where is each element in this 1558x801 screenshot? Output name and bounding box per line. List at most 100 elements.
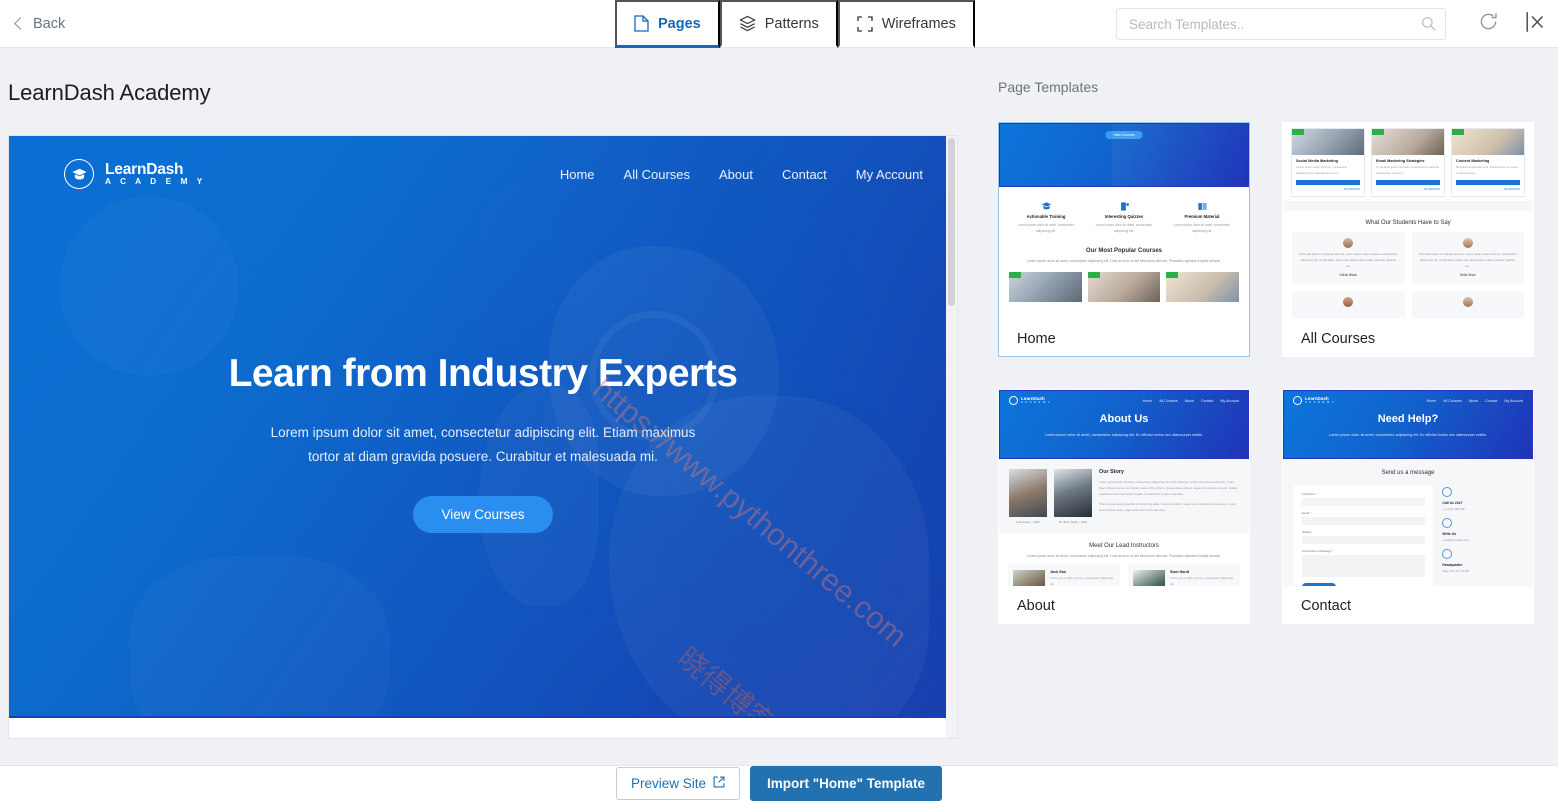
- site-logo[interactable]: LearnDash A C A D E M Y: [64, 159, 206, 189]
- nav-link-about[interactable]: About: [719, 167, 753, 182]
- mini-course-button: [1376, 180, 1440, 186]
- template-label-all-courses: All Courses: [1301, 331, 1376, 347]
- mini-testimonial-name: Kelvin Black: [1339, 273, 1357, 278]
- mini-field-input: [1302, 536, 1426, 544]
- mini-story-p1: Lorem ipsum dolor sit amet, consectetur …: [1099, 480, 1238, 497]
- preview-site-button[interactable]: Preview Site: [615, 766, 740, 800]
- view-courses-button[interactable]: View Courses: [413, 496, 553, 534]
- mini-nav-link: Home: [1142, 398, 1153, 403]
- mini-badge: [1372, 129, 1384, 135]
- close-button[interactable]: [1526, 11, 1548, 33]
- mini-feature-desc: Lorem ipsum dolor sit amet, consectetur …: [1095, 223, 1153, 234]
- template-card-contact[interactable]: LearnDash A C A D E M Y Home All Courses…: [1282, 389, 1534, 624]
- mini-course-title: Email Marketing Strategies: [1376, 159, 1425, 163]
- mini-course-list: Social Media Marketing Lorem ipsum dolor…: [1283, 123, 1533, 201]
- mini-testimonials: Click edit button to change this text. L…: [1283, 230, 1533, 286]
- mini-course-thumbs: [999, 268, 1249, 302]
- mini-nav-link: My Account: [1220, 398, 1239, 403]
- template-card-all-courses[interactable]: Social Media Marketing Lorem ipsum dolor…: [1282, 122, 1534, 357]
- mini-course-button: [1456, 180, 1520, 186]
- mini-feature-title: Interesting Quizzes: [1104, 214, 1144, 219]
- mini-nav-menu: Home All Courses About Contact My Accoun…: [1427, 399, 1523, 403]
- import-template-button[interactable]: Import "Home" Template: [749, 765, 943, 801]
- mini-field-input: [1302, 498, 1426, 506]
- template-card-home[interactable]: View Courses Actionable Training Lorem i…: [998, 122, 1250, 357]
- tab-pages-label: Pages: [658, 15, 701, 32]
- template-card-about[interactable]: LearnDash A C A D E M Y Home All Courses…: [998, 389, 1250, 624]
- mini-contact-detail: New York, NY 10100: [1442, 569, 1470, 573]
- mini-hero: LearnDash A C A D E M Y Home All Courses…: [999, 390, 1249, 459]
- nav-link-home[interactable]: Home: [560, 167, 595, 182]
- mini-course-desc: Repellat perspiciatis sunt. Doloremque e…: [1456, 165, 1519, 175]
- preview-hero: LearnDash A C A D E M Y Home All Courses…: [9, 136, 957, 718]
- preview-scrollbar-thumb[interactable]: [948, 138, 955, 306]
- mini-logo-tagline: A C A D E M Y: [1021, 400, 1051, 404]
- mini-nav-link: All Courses: [1159, 398, 1178, 403]
- mini-contact-block: Full Name * Email * Subject Comments or …: [1283, 479, 1533, 586]
- top-toolbar: Back Pages Patterns Wireframes Search Te…: [0, 0, 1558, 48]
- tab-wireframes[interactable]: Wireframes: [837, 0, 975, 48]
- chevron-left-icon: [14, 17, 27, 30]
- search-container: [1116, 8, 1446, 40]
- page-icon: [634, 15, 649, 32]
- mini-course-link: 65 LESSONS: [1344, 188, 1360, 192]
- mini-send-message-button: [1302, 583, 1336, 586]
- material-icon: [1197, 199, 1208, 210]
- preview-site-label: Preview Site: [630, 775, 706, 791]
- nav-link-contact[interactable]: Contact: [782, 167, 827, 182]
- mini-contact-info: Call Us 24x7 +1 (234) 456-789 Write Us e…: [1442, 485, 1522, 586]
- mini-nav-link: Contact: [1485, 398, 1498, 403]
- mini-story-p2: Proin congue ante imperdiet tincidunt vu…: [1099, 502, 1236, 513]
- nav-link-my-account[interactable]: My Account: [856, 167, 923, 182]
- mini-badge: [1166, 271, 1179, 278]
- back-label: Back: [33, 15, 66, 32]
- mini-course-button: [1296, 180, 1360, 186]
- mini-badge: [1087, 271, 1100, 278]
- mini-testimonial: Click edit button to change this text. L…: [1292, 232, 1405, 285]
- logo-name: LearnDash: [105, 160, 184, 178]
- mini-testimonial-text: Click edit button to change this text. L…: [1299, 252, 1398, 268]
- mini-nav-link: All Courses: [1443, 398, 1462, 403]
- mini-photo-caption: Lisa Green – CMO: [1016, 520, 1040, 524]
- nav-link-all-courses[interactable]: All Courses: [624, 167, 690, 182]
- avatar: [1343, 297, 1354, 308]
- mini-hero-sub: Lorem ipsum dolor sit amet, consectetur …: [1329, 433, 1487, 437]
- tab-patterns[interactable]: Patterns: [719, 0, 838, 48]
- graduation-cap-icon: [64, 159, 94, 189]
- mini-story-text: Our Story Lorem ipsum dolor sit amet, co…: [1099, 469, 1239, 524]
- mini-badge: [1009, 271, 1021, 278]
- tab-pages[interactable]: Pages: [615, 0, 720, 48]
- template-label-contact: Contact: [1301, 598, 1351, 614]
- mini-field-textarea: [1302, 555, 1426, 577]
- mini-thumb: [1166, 271, 1240, 302]
- mini-instructor-photo: [1013, 570, 1045, 586]
- mini-section: Our Most Popular Courses Lorem ipsum dol…: [999, 238, 1249, 267]
- hero-content: Learn from Industry Experts Lorem ipsum …: [9, 352, 957, 534]
- mini-instructor-name: Staci Hardt: [1170, 570, 1189, 575]
- mini-hero: LearnDash A C A D E M Y Home All Courses…: [1283, 390, 1533, 459]
- preview-scrollbar[interactable]: [946, 136, 957, 738]
- mini-contact-title: Headquarter: [1442, 563, 1463, 567]
- mini-course-title: Content Marketing: [1456, 159, 1490, 163]
- mini-hero-sub: Lorem ipsum dolor sit amet, consectetur …: [1045, 433, 1203, 437]
- mini-course: Social Media Marketing Lorem ipsum dolor…: [1291, 128, 1365, 198]
- search-icon: [1421, 16, 1436, 36]
- page-title: LearnDash Academy: [8, 80, 211, 105]
- mini-instructors: Jack Gao Lorem ipsum dolor sit amet, con…: [999, 562, 1249, 586]
- layers-icon: [738, 15, 756, 32]
- avatar: [1462, 297, 1473, 308]
- mini-nav-link: About: [1468, 398, 1479, 403]
- mini-badge: [1452, 129, 1464, 135]
- template-preview-panel[interactable]: LearnDash A C A D E M Y Home All Courses…: [8, 135, 958, 739]
- mini-testimonials: [1283, 286, 1533, 319]
- mini-section: Meet Our Lead Instructors Lorem ipsum do…: [999, 534, 1249, 562]
- mini-instructors-title: Meet Our Lead Instructors: [1089, 543, 1159, 549]
- refresh-button[interactable]: [1478, 11, 1499, 32]
- mini-testimonial-name: Delia Sean: [1459, 273, 1476, 278]
- search-input[interactable]: [1116, 8, 1446, 40]
- mini-course-image: [1452, 129, 1524, 155]
- mini-field-label: Email *: [1302, 511, 1311, 515]
- back-button[interactable]: Back: [8, 10, 73, 38]
- mini-contact-title: Call Us 24x7: [1442, 501, 1463, 505]
- mini-photo-image: [1009, 469, 1047, 517]
